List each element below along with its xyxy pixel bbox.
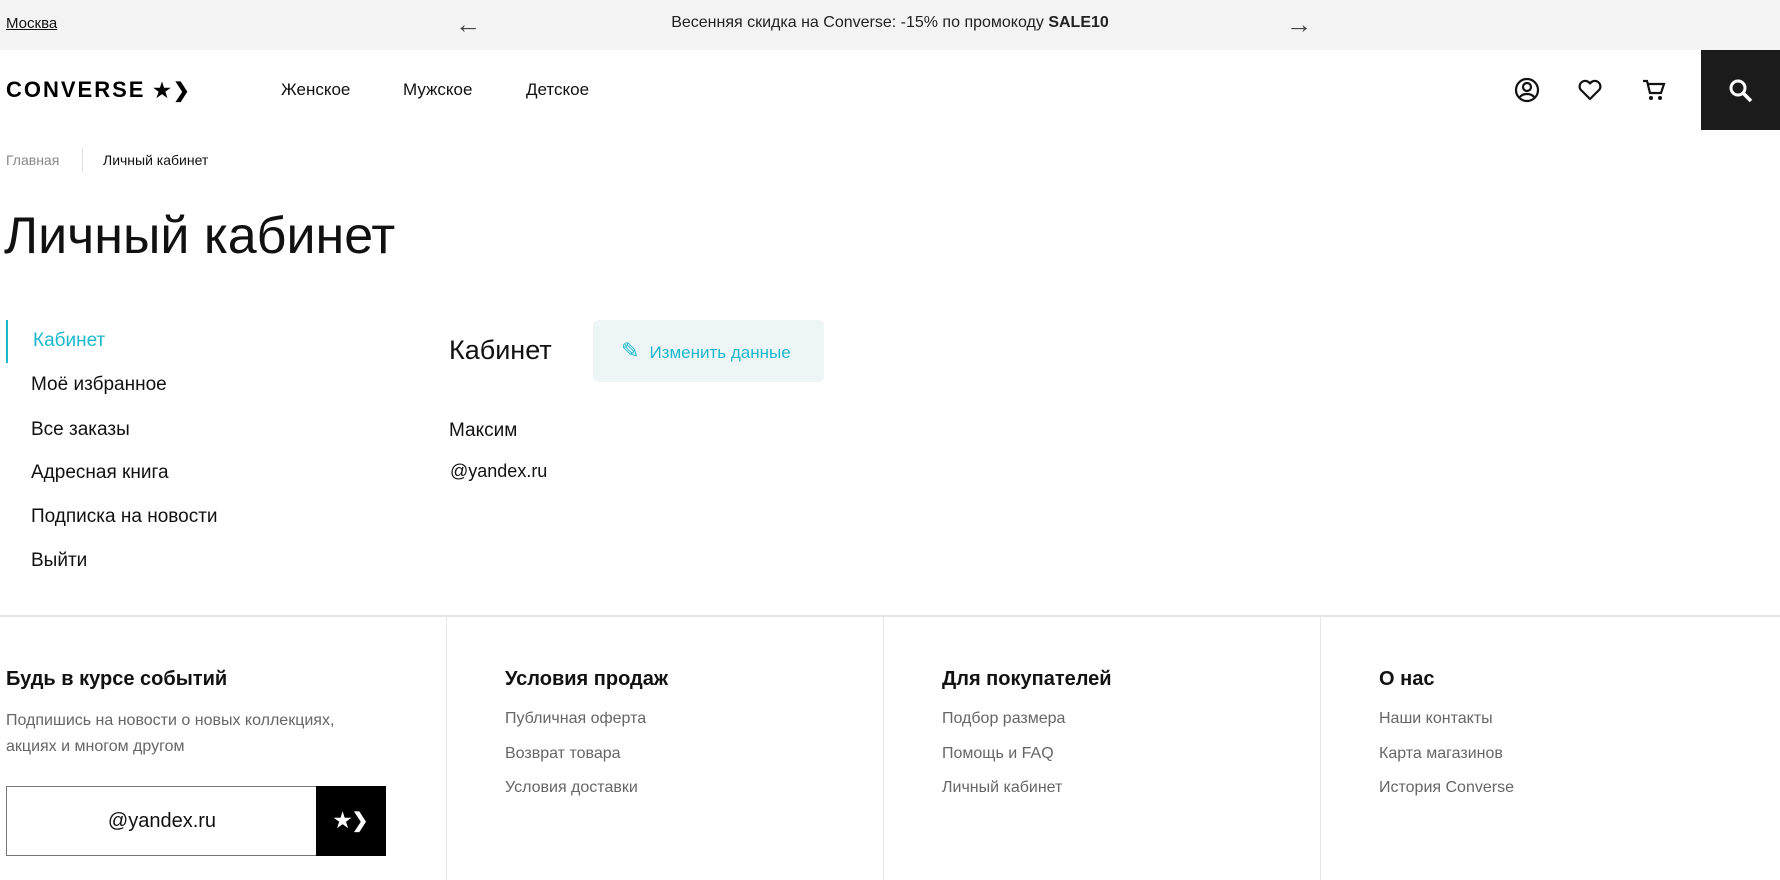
breadcrumb-current: Личный кабинет (103, 152, 209, 168)
user-name: Максим (449, 420, 518, 441)
edit-data-label: Изменить данные (649, 343, 791, 362)
user-email: @yandex.ru (450, 461, 548, 481)
footer-link[interactable]: Карта магазинов (1379, 745, 1503, 763)
footer-column-divider (883, 615, 884, 880)
breadcrumb-divider (82, 148, 83, 172)
active-indicator (6, 320, 8, 363)
footer-link[interactable]: Условия доставки (505, 779, 638, 797)
sidebar-item-cabinet[interactable]: Кабинет (33, 330, 105, 352)
sidebar-item-logout[interactable]: Выйти (31, 550, 87, 572)
heart-icon[interactable] (1576, 76, 1604, 104)
footer-column-divider (446, 615, 447, 880)
sidebar-item-orders[interactable]: Все заказы (31, 419, 130, 441)
footer-link[interactable]: Возврат товара (505, 745, 621, 763)
footer-link[interactable]: Публичная оферта (505, 710, 646, 728)
footer-link[interactable]: Наши контакты (1379, 710, 1493, 728)
search-button[interactable] (1701, 50, 1780, 130)
user-icon[interactable] (1513, 76, 1541, 104)
promo-message: Весенняя скидка на Converse: -15% по про… (0, 14, 1780, 32)
footer-col-title: Для покупателей (942, 668, 1112, 690)
newsletter-text-1: Подпишись на новости о новых коллекциях, (6, 712, 335, 729)
footer-col-title: Условия продаж (505, 668, 669, 690)
promo-code: SALE10 (1048, 14, 1109, 31)
promo-text: Весенняя скидка на Converse: -15% по про… (671, 14, 1049, 31)
next-arrow-icon[interactable]: → (1286, 9, 1312, 40)
site-header: CONVERSE ★❯ Женское Мужское Детское (0, 50, 1780, 130)
star-chevron-icon: ★❯ (333, 810, 369, 832)
page-title: Личный кабинет (4, 207, 396, 265)
subscribe-button[interactable]: ★❯ (316, 786, 386, 856)
footer-divider (0, 615, 1780, 617)
footer-link[interactable]: Помощь и FAQ (942, 745, 1054, 763)
footer-link[interactable]: Подбор размера (942, 710, 1065, 728)
nav-women[interactable]: Женское (281, 80, 350, 100)
newsletter-title: Будь в курсе событий (6, 668, 228, 690)
footer-link[interactable]: История Converse (1379, 779, 1514, 797)
logo[interactable]: CONVERSE ★❯ (6, 77, 192, 103)
logo-star-chevron-icon: ★❯ (145, 80, 192, 102)
logo-text: CONVERSE (6, 77, 146, 102)
sidebar-item-newsletter[interactable]: Подписка на новости (31, 506, 218, 528)
breadcrumb-home[interactable]: Главная (6, 152, 59, 168)
sidebar-item-favorites[interactable]: Моё избранное (31, 374, 167, 396)
nav-kids[interactable]: Детское (526, 80, 589, 100)
pencil-icon: ✎ (621, 338, 640, 363)
footer-col-title: О нас (1379, 668, 1435, 690)
newsletter-email-input[interactable]: @yandex.ru (6, 786, 317, 856)
section-title: Кабинет (449, 335, 552, 365)
cart-icon[interactable] (1640, 76, 1668, 104)
promo-banner: Москва ← Весенняя скидка на Converse: -1… (0, 0, 1780, 50)
edit-data-button[interactable]: ✎ Изменить данные (593, 320, 824, 382)
footer-column-divider (1320, 615, 1321, 880)
search-icon (1729, 79, 1753, 103)
footer-link[interactable]: Личный кабинет (942, 779, 1062, 797)
nav-men[interactable]: Мужское (403, 80, 472, 100)
newsletter-text-2: акциях и многом другом (6, 738, 185, 755)
sidebar-item-address-book[interactable]: Адресная книга (31, 462, 169, 484)
